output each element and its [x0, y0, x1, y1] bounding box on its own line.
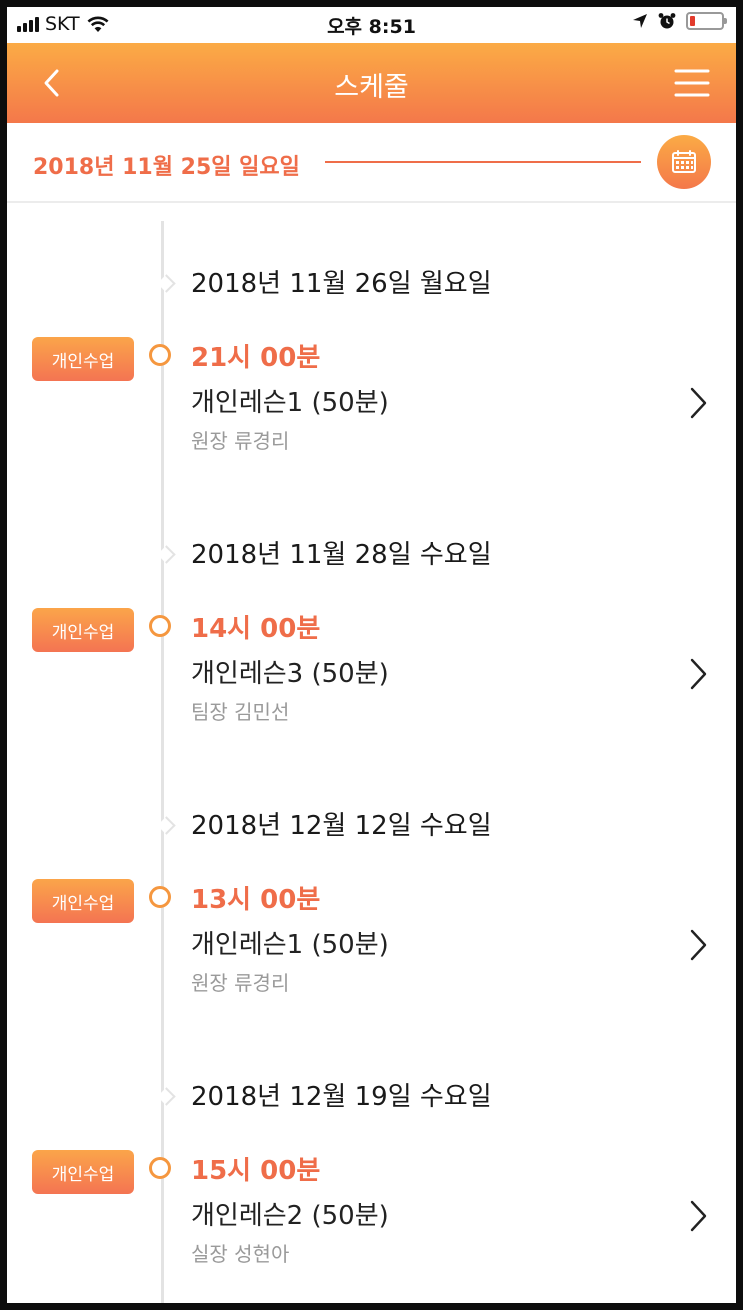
timeline-dot — [149, 886, 171, 908]
timeline-pointer — [157, 545, 176, 564]
date-divider-line — [325, 161, 641, 163]
timeline-pointer — [157, 1087, 176, 1106]
instructor-name: 원장 류경리 — [191, 429, 290, 453]
entry-time: 21시 00분 — [191, 343, 321, 373]
instructor-name: 팀장 김민선 — [191, 700, 290, 724]
timeline-pointer — [157, 816, 176, 835]
entry-date: 2018년 11월 26일 월요일 — [191, 269, 492, 299]
schedule-entry[interactable]: 2018년 11월 26일 월요일 개인수업 21시 00분 개인레슨1 (50… — [7, 233, 736, 473]
chevron-right-icon[interactable] — [684, 654, 712, 694]
page-title: 스케줄 — [334, 72, 409, 103]
entry-time: 14시 00분 — [191, 614, 321, 644]
phone-screen: SKT 오후 8:51 스케줄 2018년 11월 25일 일요일 2018년 … — [7, 7, 736, 1303]
schedule-timeline: 2018년 11월 26일 월요일 개인수업 21시 00분 개인레슨1 (50… — [7, 203, 736, 1303]
chevron-right-icon[interactable] — [684, 925, 712, 965]
date-bar: 2018년 11월 25일 일요일 — [7, 123, 736, 203]
lesson-name: 개인레슨1 (50분) — [191, 388, 389, 418]
class-type-badge: 개인수업 — [32, 879, 134, 923]
hamburger-menu-icon — [674, 69, 710, 97]
instructor-name: 실장 성현아 — [191, 1242, 290, 1266]
entry-date: 2018년 12월 19일 수요일 — [191, 1082, 492, 1112]
schedule-entry[interactable]: 2018년 12월 19일 수요일 개인수업 15시 00분 개인레슨2 (50… — [7, 1046, 736, 1286]
timeline-pointer — [157, 274, 176, 293]
timeline-dot — [149, 1157, 171, 1179]
status-bar: SKT 오후 8:51 — [7, 7, 736, 43]
calendar-icon — [672, 150, 696, 173]
app-header: 스케줄 — [7, 43, 736, 123]
entry-time: 15시 00분 — [191, 1156, 321, 1186]
class-type-badge: 개인수업 — [32, 608, 134, 652]
class-type-badge: 개인수업 — [32, 337, 134, 381]
battery-icon — [686, 12, 727, 30]
entry-time: 13시 00분 — [191, 885, 321, 915]
lesson-name: 개인레슨2 (50분) — [191, 1201, 389, 1231]
menu-button[interactable] — [672, 63, 712, 103]
chevron-right-icon[interactable] — [684, 383, 712, 423]
timeline-dot — [149, 615, 171, 637]
lesson-name: 개인레슨1 (50분) — [191, 930, 389, 960]
chevron-right-icon[interactable] — [684, 1196, 712, 1236]
calendar-button[interactable] — [657, 135, 711, 189]
status-time: 오후 8:51 — [327, 16, 416, 38]
current-date: 2018년 11월 25일 일요일 — [33, 155, 300, 180]
status-right — [632, 12, 727, 30]
schedule-entry[interactable]: 2018년 11월 28일 수요일 개인수업 14시 00분 개인레슨3 (50… — [7, 504, 736, 744]
instructor-name: 원장 류경리 — [191, 971, 290, 995]
timeline-dot — [149, 344, 171, 366]
lesson-name: 개인레슨3 (50분) — [191, 659, 389, 689]
schedule-entry[interactable]: 2018년 12월 12일 수요일 개인수업 13시 00분 개인레슨1 (50… — [7, 775, 736, 1015]
alarm-clock-icon — [658, 13, 676, 29]
entry-date: 2018년 12월 12일 수요일 — [191, 811, 492, 841]
location-arrow-icon — [633, 14, 647, 28]
class-type-badge: 개인수업 — [32, 1150, 134, 1194]
entry-date: 2018년 11월 28일 수요일 — [191, 540, 492, 570]
